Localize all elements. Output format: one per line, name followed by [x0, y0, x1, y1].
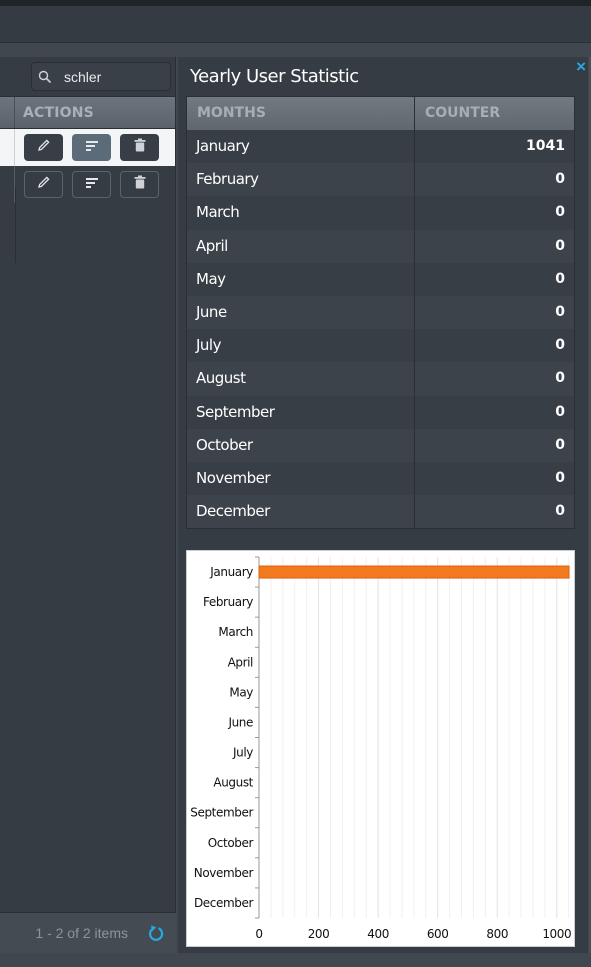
x-tick-label: 600 [427, 927, 449, 941]
counter-cell: 1041 [526, 138, 565, 154]
table-row[interactable]: November 0 [187, 461, 574, 496]
bar-january [258, 565, 570, 579]
column-header-months[interactable]: MONTHS [187, 97, 415, 130]
delete-button[interactable] [120, 134, 159, 161]
pager-info: 1 - 2 of 2 items [35, 925, 128, 941]
table-row[interactable]: June 0 [187, 295, 574, 330]
table-row[interactable]: April 0 [187, 229, 574, 263]
column-header-counter[interactable]: COUNTER [415, 97, 574, 130]
bar-chart: January February March April May June July Augu… [190, 556, 572, 941]
table-row[interactable]: September 0 [187, 395, 574, 429]
table-row[interactable]: July 0 [187, 329, 574, 363]
x-tick-label: 400 [367, 927, 389, 941]
y-tick-label: February [203, 595, 253, 609]
month-cell: May [187, 262, 415, 296]
row-actions [15, 134, 159, 161]
yearly-statistic-panel: Yearly User Statistic × MONTHS COUNTER J… [178, 57, 588, 953]
y-tick-label: November [194, 866, 254, 880]
statistics-table-body: January 1041 February 0 March 0 April 0 May 0 June… [187, 130, 574, 529]
statistics-table-header: MONTHS COUNTER [187, 97, 574, 130]
table-row[interactable]: December 0 [187, 495, 574, 529]
pencil-icon [37, 138, 51, 157]
users-grid-panel: ACTIONS [0, 57, 176, 953]
counter-cell: 0 [555, 171, 565, 188]
table-row[interactable] [0, 129, 175, 166]
month-cell: November [187, 461, 415, 496]
statistics-table: MONTHS COUNTER January 1041 February 0 March… [186, 96, 575, 530]
pencil-icon [37, 175, 51, 194]
counter-cell: 0 [555, 403, 565, 420]
trash-icon [134, 138, 146, 157]
y-tick-label: October [208, 836, 254, 850]
month-cell: December [187, 495, 415, 529]
y-tick-label: January [209, 565, 253, 579]
x-tick-label: 200 [308, 927, 330, 941]
y-tick-label: June [227, 715, 253, 729]
close-icon[interactable]: × [576, 58, 586, 75]
y-tick-label: December [194, 896, 253, 910]
month-cell: February [187, 163, 415, 197]
grid-header: ACTIONS [0, 97, 175, 129]
delete-button[interactable] [120, 171, 159, 198]
row-stub [0, 129, 15, 166]
month-cell: January [187, 130, 415, 164]
y-tick-label: April [228, 655, 253, 669]
month-cell: October [187, 428, 415, 462]
counter-cell: 0 [555, 469, 565, 486]
table-row[interactable]: August 0 [187, 362, 574, 396]
panel-title: Yearly User Statistic [190, 66, 359, 87]
row-actions [15, 171, 159, 198]
details-button[interactable] [72, 134, 111, 161]
table-row[interactable]: January 1041 [187, 130, 574, 164]
list-icon [85, 176, 99, 194]
month-cell: June [187, 295, 415, 330]
x-tick-label: 1000 [542, 927, 571, 941]
counter-cell: 0 [555, 337, 565, 354]
counter-cell: 0 [555, 270, 565, 287]
x-tick-label: 0 [255, 927, 262, 941]
row-stub [0, 166, 15, 203]
counter-cell: 0 [555, 370, 565, 387]
month-cell: July [187, 329, 415, 363]
month-cell: September [187, 395, 415, 429]
counter-cell: 0 [555, 237, 565, 254]
column-stub [0, 97, 15, 128]
table-row[interactable]: February 0 [187, 163, 574, 197]
grid-toolbar [0, 57, 175, 97]
column-header-actions[interactable]: ACTIONS [15, 97, 175, 128]
list-icon [85, 139, 99, 157]
y-tick-label: September [190, 806, 253, 820]
counter-cell: 0 [555, 503, 565, 520]
edit-button[interactable] [24, 171, 63, 198]
search-icon [32, 70, 58, 84]
table-row[interactable]: May 0 [187, 262, 574, 296]
x-tick-label: 800 [486, 927, 508, 941]
month-cell: March [187, 196, 415, 230]
edit-button[interactable] [24, 134, 63, 161]
y-tick-label: August [213, 776, 253, 790]
counter-cell: 0 [555, 303, 565, 320]
counter-cell: 0 [555, 204, 565, 221]
search-input[interactable] [58, 68, 158, 85]
counter-cell: 0 [555, 436, 565, 453]
refresh-icon[interactable] [148, 924, 164, 942]
table-row[interactable]: October 0 [187, 428, 574, 462]
trash-icon [134, 175, 146, 194]
statistics-chart: January February March April May June July Augu… [186, 550, 575, 947]
table-row[interactable]: March 0 [187, 196, 574, 230]
y-tick-label: March [218, 625, 253, 639]
y-tick-label: May [229, 685, 253, 699]
table-row[interactable] [0, 166, 175, 203]
search-box[interactable] [31, 62, 171, 91]
month-cell: August [187, 362, 415, 396]
column-divider [15, 187, 16, 263]
app-header [0, 6, 591, 43]
details-button[interactable] [72, 171, 111, 198]
y-tick-label: July [232, 746, 253, 760]
month-cell: April [187, 229, 415, 263]
grid-pager: 1 - 2 of 2 items [0, 912, 176, 953]
